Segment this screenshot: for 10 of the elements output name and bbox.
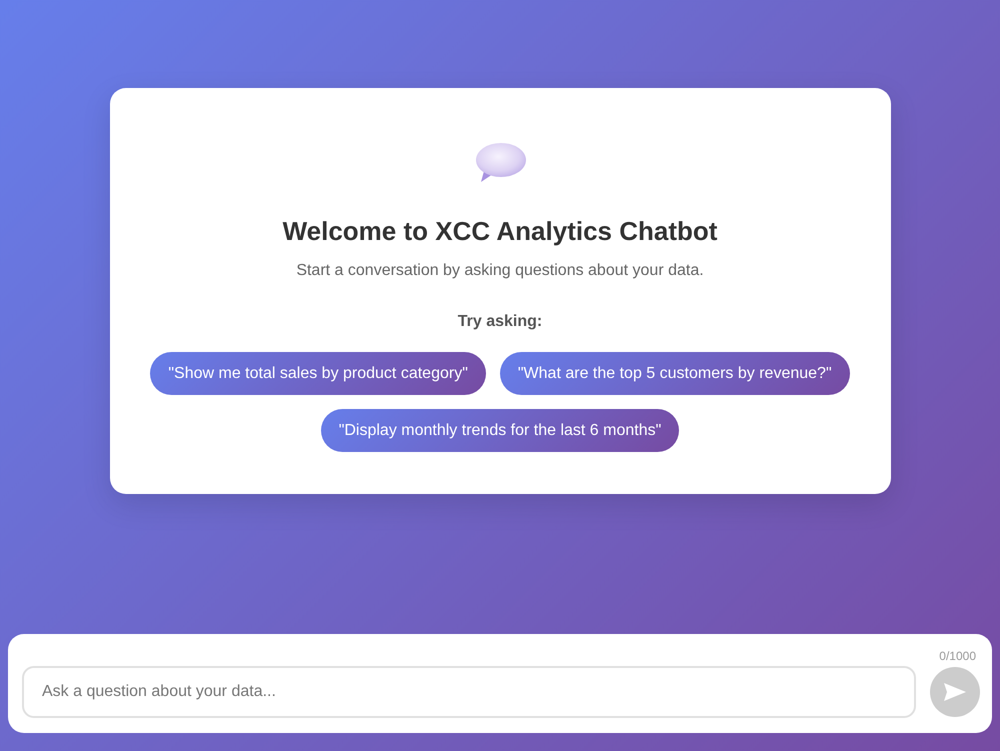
welcome-subtitle: Start a conversation by asking questions about your data. [296,261,704,280]
character-counter: 0/1000 [939,648,976,664]
suggestions-heading: Try asking: [458,312,542,331]
suggestion-chip[interactable]: "Show me total sales by product category" [150,352,486,395]
suggestion-chip[interactable]: "What are the top 5 customers by revenue?" [500,352,850,395]
send-icon [944,683,966,701]
speech-bubble-icon [474,143,526,183]
question-input[interactable]: Ask a question about your data... [22,666,916,718]
suggestion-chip[interactable]: "Display monthly trends for the last 6 months" [320,409,680,452]
welcome-title: Welcome to XCC Analytics Chatbot [282,216,718,247]
